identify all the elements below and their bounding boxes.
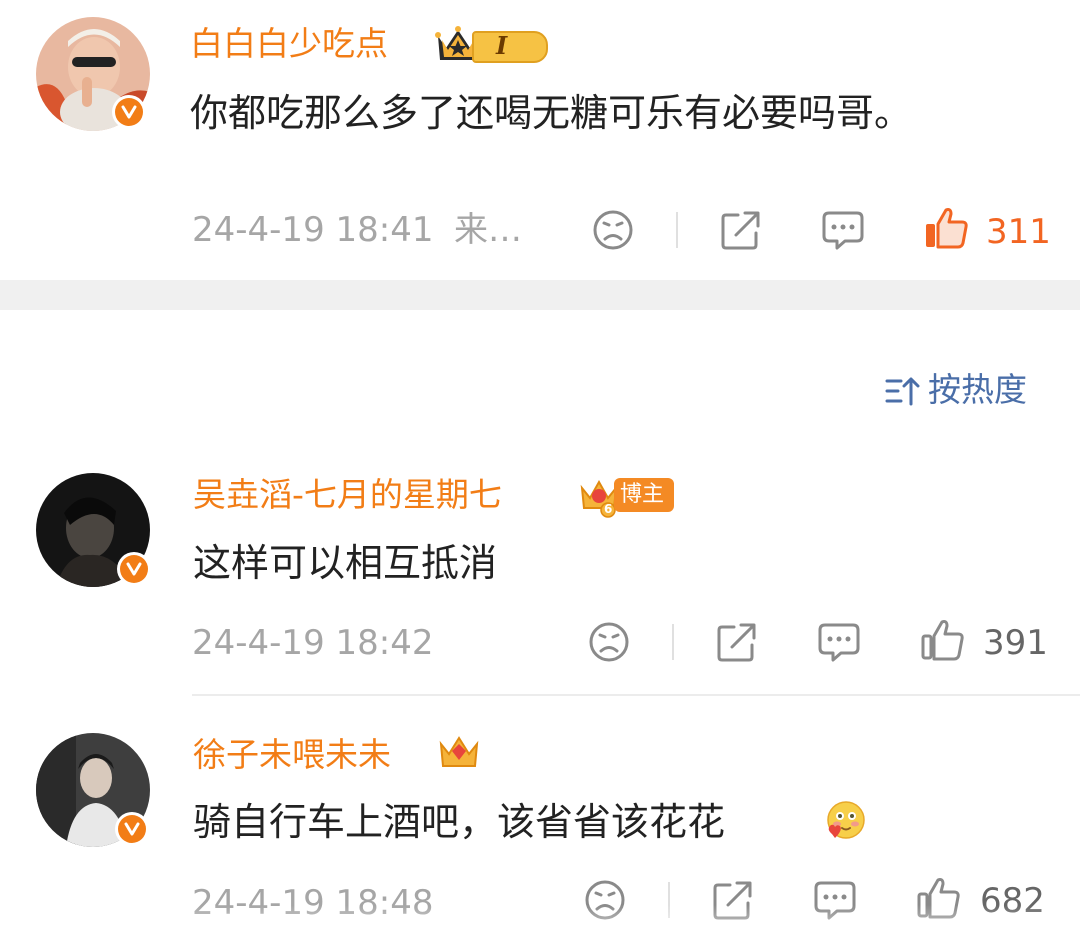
reply-divider [192, 694, 1080, 696]
verified-badge-icon [117, 552, 151, 586]
blush-emoji-icon [827, 801, 865, 839]
verified-badge-icon [112, 95, 146, 129]
author-badge: 博主 [614, 478, 674, 512]
membership-level-tag: I [472, 31, 548, 63]
share-icon[interactable] [716, 621, 758, 663]
comment-icon[interactable] [817, 621, 861, 663]
dislike-face-icon[interactable] [592, 209, 634, 251]
verified-badge-icon [115, 812, 149, 846]
username[interactable]: 白白白少吃点 [190, 24, 388, 64]
crown-icon [439, 736, 479, 767]
comment-icon[interactable] [821, 209, 865, 251]
divider [676, 212, 678, 248]
thumbs-up-icon[interactable] [920, 618, 964, 662]
sort-icon [885, 377, 920, 406]
membership-level: I [496, 31, 508, 60]
share-icon[interactable] [720, 209, 762, 251]
like-count: 391 [983, 623, 1048, 663]
fan-level-number: 6 [604, 502, 613, 516]
author-badge-label: 博主 [620, 482, 665, 507]
comment-text: 你都吃那么多了还喝无糖可乐有必要吗哥。 [190, 91, 913, 135]
dislike-face-icon[interactable] [588, 621, 630, 663]
sort-label: 按热度 [928, 370, 1027, 409]
comment-text: 这样可以相互抵消 [193, 541, 498, 585]
comment-source: 来… [454, 210, 522, 250]
divider [672, 624, 674, 660]
bottom-fade [0, 905, 1080, 945]
comment-time: 24-4-19 18:42 [192, 623, 434, 663]
username[interactable]: 吴垚滔-七月的星期七 [193, 475, 502, 515]
section-divider [0, 280, 1080, 310]
username[interactable]: 徐子未喂未未 [193, 735, 391, 775]
membership-badge: I [432, 22, 548, 66]
thumbs-up-filled-icon[interactable] [924, 206, 968, 250]
sort-by-hot-button[interactable]: 按热度 [884, 370, 1044, 410]
like-count: 311 [986, 212, 1051, 252]
comment-text: 骑自行车上酒吧，该省省该花花 [193, 800, 726, 844]
comment-time: 24-4-19 18:41 [192, 210, 434, 250]
